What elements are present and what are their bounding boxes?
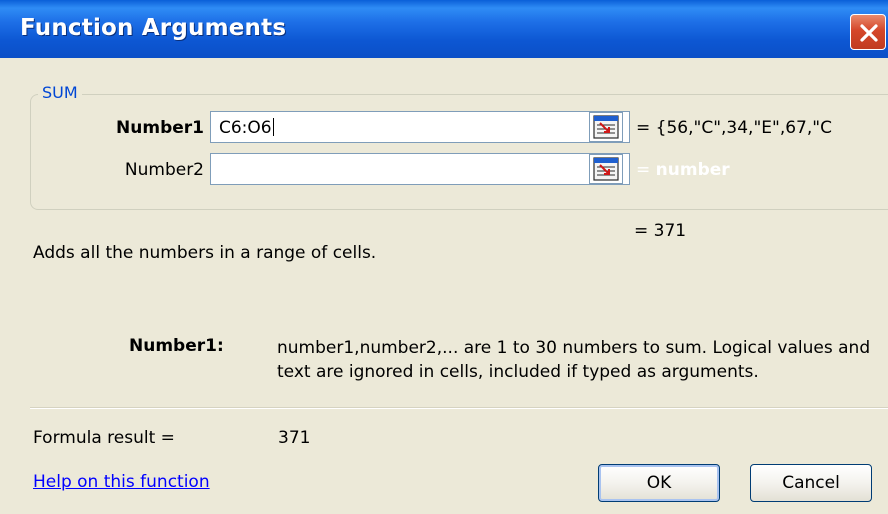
number1-value: C6:O6 (219, 118, 272, 138)
close-button[interactable] (850, 14, 886, 50)
function-description: Adds all the numbers in a range of cells… (33, 243, 377, 263)
title-bar[interactable]: Function Arguments (0, 0, 888, 58)
number2-collapse-button[interactable] (589, 154, 623, 184)
argument-label-number2: Number2 (124, 160, 204, 180)
help-on-function-link[interactable]: Help on this function (33, 472, 210, 492)
dialog-title: Function Arguments (20, 15, 287, 41)
text-caret (272, 118, 274, 136)
function-arguments-dialog: Function Arguments SUM Number1 C6:O6 = {… (0, 0, 888, 514)
close-icon (860, 24, 878, 42)
number2-type-hint: number (655, 160, 730, 180)
function-name-label: SUM (38, 83, 82, 102)
function-result: = 371 (634, 221, 687, 241)
number1-collapse-button[interactable] (589, 112, 623, 142)
argument-label-number1: Number1 (116, 118, 204, 138)
ok-button[interactable]: OK (598, 464, 720, 502)
argument-help-text: number1,number2,... are 1 to 30 numbers … (277, 338, 871, 382)
divider (30, 407, 888, 409)
argument-help-name: Number1: (129, 336, 224, 356)
collapse-dialog-icon (593, 157, 619, 181)
number1-input[interactable]: C6:O6 (210, 111, 630, 143)
number2-input[interactable] (210, 153, 630, 185)
cancel-button[interactable]: Cancel (750, 464, 872, 502)
number1-evaluated: = {56,"C",34,"E",67,"C (636, 118, 832, 138)
collapse-dialog-icon (593, 115, 619, 139)
number2-evaluated: = number (636, 160, 756, 180)
formula-result-value: 371 (278, 428, 311, 448)
number2-equals: = (636, 160, 651, 180)
formula-result-label: Formula result = (33, 428, 175, 448)
